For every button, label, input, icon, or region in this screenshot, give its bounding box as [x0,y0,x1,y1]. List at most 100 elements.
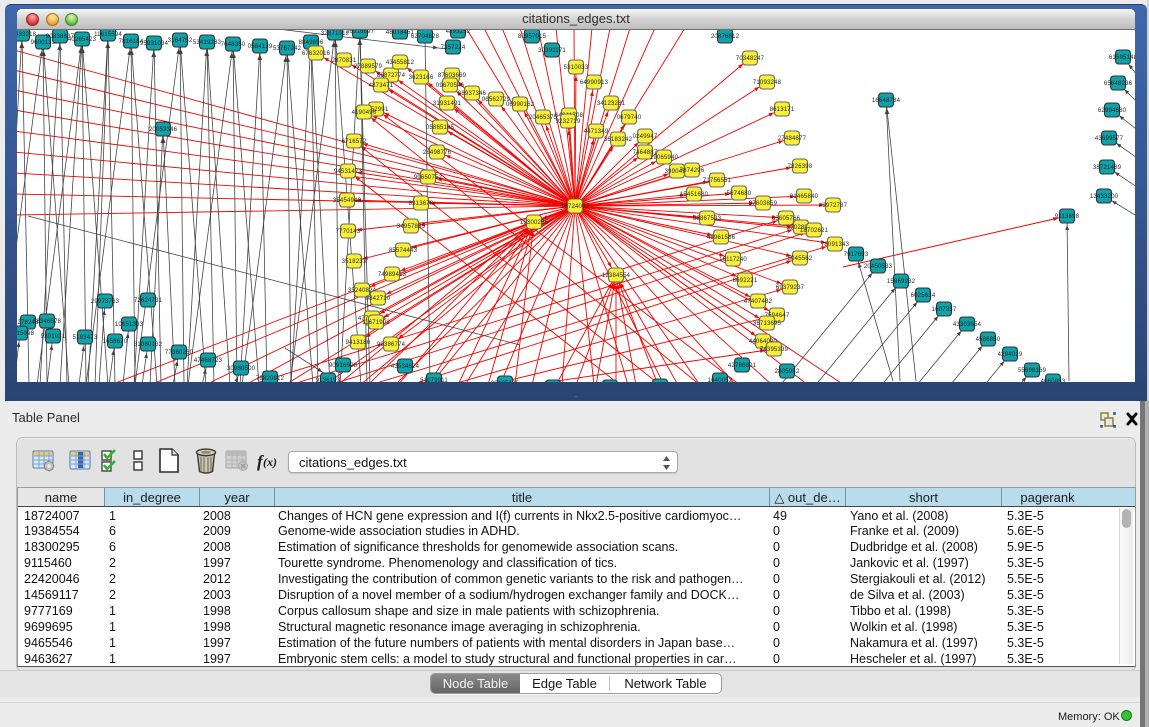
svg-text:81080132: 81080132 [134,342,163,348]
svg-text:71756551: 71756551 [703,178,732,184]
svg-text:77360260: 77360260 [165,350,194,356]
svg-text:3518233: 3518233 [342,259,367,265]
svg-text:3164752: 3164752 [168,38,193,44]
svg-text:0842710: 0842710 [366,296,391,302]
svg-text:8613171: 8613171 [770,107,795,113]
svg-text:47468723: 47468723 [194,358,223,364]
svg-text:9232719: 9232719 [556,119,581,125]
svg-text:78091343: 78091343 [821,242,850,248]
svg-text:20465375: 20465375 [529,115,558,121]
svg-text:4873471: 4873471 [369,83,394,89]
svg-text:5310033: 5310033 [564,65,589,71]
svg-text:36183242: 36183242 [604,137,633,143]
svg-text:72624731: 72624731 [134,298,163,304]
svg-text:9136193: 9136193 [316,378,341,382]
svg-text:45961586: 45961586 [707,235,736,241]
svg-text:2805982: 2805982 [775,369,800,375]
svg-text:62994680: 62994680 [1098,108,1127,114]
svg-text:31931491: 31931491 [433,101,462,107]
svg-text:71093248: 71093248 [753,80,782,86]
svg-text:65648236: 65648236 [1104,81,1133,87]
svg-text:21465840: 21465840 [790,194,819,200]
svg-text:62704828: 62704828 [411,34,440,40]
svg-text:4471349: 4471349 [584,129,609,135]
svg-text:74395339: 74395339 [760,347,789,353]
svg-text:34957885: 34957885 [397,224,426,230]
svg-text:43699577: 43699577 [1095,136,1124,142]
svg-text:5674680: 5674680 [727,191,752,197]
svg-text:27484677: 27484677 [778,136,807,142]
svg-text:74989413: 74989413 [378,272,407,278]
svg-text:15451680: 15451680 [680,192,709,198]
svg-text:11615594: 11615594 [94,32,122,38]
svg-text:38721489: 38721489 [1093,165,1122,171]
svg-text:7826398: 7826398 [788,164,813,170]
svg-text:19065940: 19065940 [650,155,679,161]
svg-text:7648350: 7648350 [221,42,246,48]
svg-text:70348247: 70348247 [736,56,765,62]
svg-text:87603859: 87603859 [749,201,778,207]
svg-text:69379237: 69379237 [776,285,805,291]
svg-text:0564139: 0564139 [248,44,273,50]
svg-text:34123281: 34123281 [597,101,626,107]
svg-text:20053346: 20053346 [149,127,178,133]
svg-text:0249947: 0249947 [633,134,658,140]
svg-text:20450533: 20450533 [864,264,893,270]
svg-text:36713695: 36713695 [753,321,782,327]
svg-text:64990913: 64990913 [580,80,609,86]
svg-text:09670546: 09670546 [436,83,465,89]
svg-text:9301031: 9301031 [41,334,66,340]
svg-text:7874296: 7874296 [680,168,705,174]
svg-text:99386774: 99386774 [377,342,406,348]
svg-text:6716572: 6716572 [342,139,367,145]
svg-text:5183473: 5183473 [73,335,98,341]
svg-text:8692221: 8692221 [733,278,758,284]
svg-text:13315098: 13315098 [17,331,35,337]
svg-text:11671902: 11671902 [362,320,390,326]
svg-text:7770143: 7770143 [336,229,361,235]
svg-text:16117240: 16117240 [719,257,747,263]
svg-text:5045562: 5045562 [788,256,813,262]
svg-text:29973763: 29973763 [91,299,120,305]
svg-text:10433218: 10433218 [17,32,37,38]
svg-text:26916697: 26916697 [346,30,375,35]
svg-text:85574443: 85574443 [389,248,418,254]
svg-text:4893252: 4893252 [446,30,471,35]
svg-text:35454948: 35454948 [333,198,362,204]
svg-text:3623166: 3623166 [409,75,434,81]
svg-text:30391171: 30391171 [538,48,566,54]
svg-text:43455812: 43455812 [386,60,415,66]
svg-text:53419283: 53419283 [193,40,222,46]
svg-text:4060883: 4060883 [1041,379,1066,382]
svg-text:67632016: 67632016 [302,51,331,57]
svg-text:6025634: 6025634 [911,293,936,299]
svg-text:4294019: 4294019 [998,352,1023,358]
svg-text:06990162: 06990162 [506,102,535,108]
svg-text:20876812: 20876812 [711,34,740,40]
svg-text:42786801: 42786801 [728,363,757,369]
svg-text:05865185: 05865185 [426,125,455,131]
svg-text:53767242: 53767242 [273,46,302,52]
svg-text:18300295: 18300295 [520,220,549,226]
svg-text:(x): (x) [263,455,277,469]
svg-text:51079911: 51079911 [420,378,448,382]
svg-text:4586850: 4586850 [976,337,1001,343]
svg-text:18724007: 18724007 [561,204,590,210]
svg-text:43303654: 43303654 [953,322,982,328]
svg-text:1656670: 1656670 [103,339,128,345]
svg-text:9113898: 9113898 [1055,214,1080,220]
svg-text:95931034: 95931034 [140,41,169,47]
svg-text:8849696: 8849696 [299,40,324,46]
svg-text:4190496: 4190496 [352,110,377,116]
svg-text:94531473: 94531473 [334,169,363,175]
svg-text:80957015: 80957015 [518,34,547,40]
svg-text:7917693: 7917693 [844,252,869,258]
svg-text:27889579: 27889579 [354,64,383,70]
svg-text:90916998: 90916998 [329,363,358,369]
svg-text:47407482: 47407482 [744,299,773,305]
svg-text:30980500: 30980500 [227,366,256,372]
svg-text:10651333: 10651333 [115,322,144,328]
svg-text:49972787: 49972787 [819,203,848,209]
svg-text:55698169: 55698169 [1018,368,1047,374]
svg-text:12384554: 12384554 [602,273,631,279]
